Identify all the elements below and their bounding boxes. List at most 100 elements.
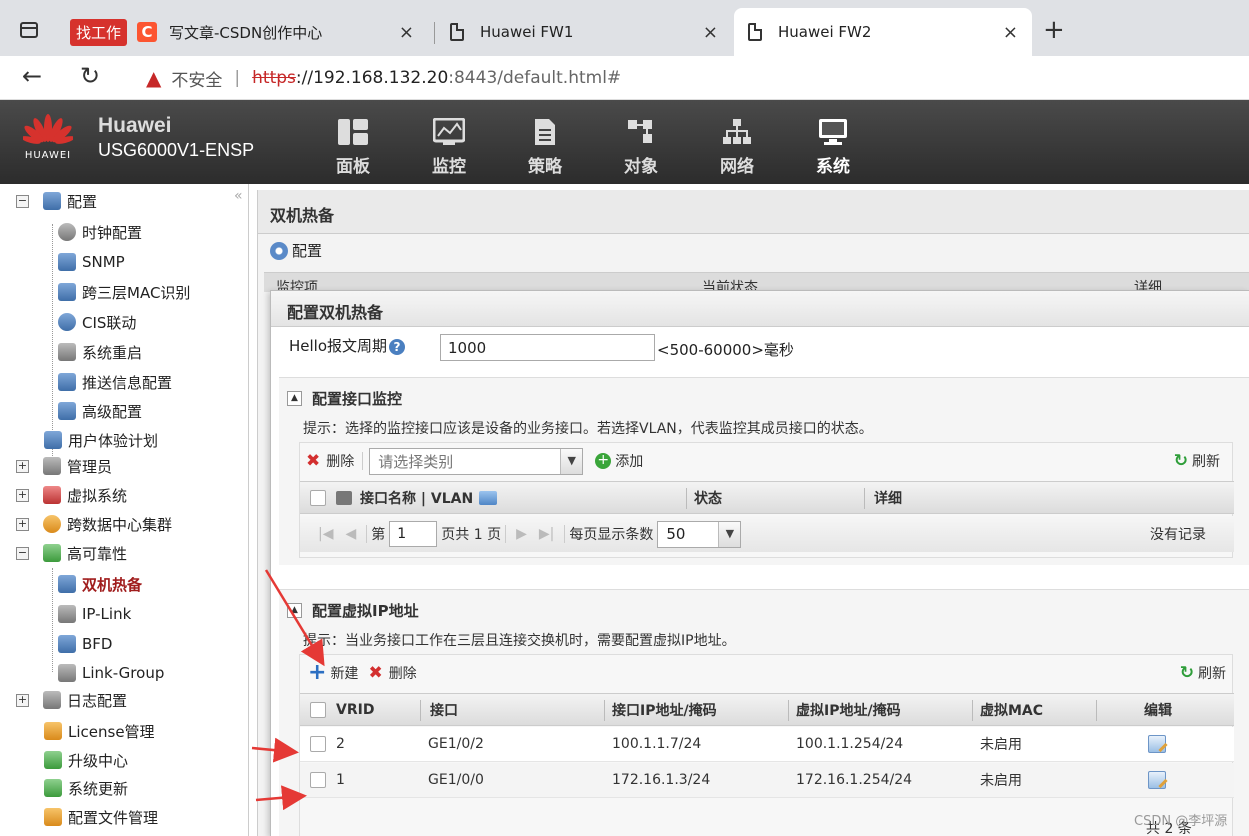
sidebar-item-snmp[interactable]: SNMP [58, 248, 125, 276]
link-group-icon [58, 664, 76, 682]
next-page-icon[interactable]: ▶ [516, 526, 527, 542]
pager-separator [564, 525, 566, 543]
section-header[interactable]: ▲ 配置接口监控 [287, 388, 402, 409]
expand-toggle[interactable]: + [16, 517, 29, 531]
delete-button[interactable]: ✖ 删除 [368, 663, 416, 683]
expand-toggle[interactable]: + [16, 693, 29, 707]
collapse-section-icon[interactable]: ▲ [287, 603, 302, 618]
sidebar-item-log-config[interactable]: + 日志配置 [16, 686, 127, 714]
col-interface-name[interactable]: 接口名称 | VLAN [336, 482, 498, 513]
sidebar-item-hot-standby[interactable]: 双机热备 [58, 570, 142, 598]
new-button[interactable]: + 新建 [308, 662, 358, 684]
network-topology-icon [723, 119, 751, 144]
table-row[interactable]: 1 GE1/0/0 172.16.1.3/24 172.16.1.254/24 … [300, 763, 1234, 798]
checkbox[interactable] [310, 489, 326, 506]
nav-system[interactable]: 系统 [785, 118, 881, 177]
chevron-down-icon[interactable]: ▼ [718, 521, 741, 547]
sidebar-item-push[interactable]: 推送信息配置 [58, 368, 172, 396]
page-number-input[interactable]: 1 [389, 521, 438, 547]
col-edit[interactable]: 编辑 [1144, 694, 1172, 725]
sidebar-item-vsys[interactable]: + 虚拟系统 [16, 481, 127, 509]
sidebar-item-ux-plan[interactable]: 用户体验计划 [44, 426, 158, 454]
cis-shield-icon [58, 313, 76, 331]
tab-csdn[interactable]: 找工作 C 写文章-CSDN创作中心 × [56, 8, 428, 56]
sidebar-item-mac[interactable]: 跨三层MAC识别 [58, 278, 190, 306]
collapse-sidebar-icon[interactable]: « [234, 188, 243, 204]
sidebar-item-upgrade[interactable]: 升级中心 [44, 746, 128, 774]
virtual-ip-section: ▲ 配置虚拟IP地址 提示：当业务接口工作在三层且连接交换机时，需要配置虚拟IP… [279, 589, 1249, 836]
sidebar-item-cis[interactable]: CIS联动 [58, 308, 136, 336]
sidebar-item-reboot[interactable]: 系统重启 [58, 338, 142, 366]
first-page-icon[interactable]: |◀ [318, 526, 333, 542]
col-detail[interactable]: 详细 [874, 482, 902, 513]
select-all-checkbox[interactable] [310, 482, 326, 513]
checkbox[interactable] [310, 701, 326, 718]
job-badge[interactable]: 找工作 [70, 18, 128, 46]
delete-label: 删除 [388, 666, 417, 682]
nav-network[interactable]: 网络 [689, 118, 785, 177]
window-menu-icon[interactable] [20, 22, 38, 38]
tab-huawei-fw1[interactable]: Huawei FW1 × [436, 8, 732, 56]
new-tab-button[interactable]: + [1043, 17, 1065, 43]
col-interface[interactable]: 接口 [430, 694, 458, 725]
row-checkbox[interactable] [310, 772, 326, 788]
sidebar-item-advanced[interactable]: 高级配置 [58, 397, 142, 425]
row-checkbox[interactable] [310, 736, 326, 752]
last-page-icon[interactable]: ▶| [539, 526, 554, 542]
prev-page-icon[interactable]: ◀ [345, 526, 356, 542]
nav-dashboard[interactable]: 面板 [305, 118, 401, 177]
sidebar-item-link-group[interactable]: Link-Group [58, 659, 164, 687]
col-interface-ip[interactable]: 接口IP地址/掩码 [612, 694, 717, 725]
expand-toggle[interactable]: + [16, 459, 29, 473]
sidebar-item-admin[interactable]: + 管理员 [16, 452, 112, 480]
sidebar-item-ha[interactable]: − 高可靠性 [16, 539, 127, 567]
sidebar-item-ip-link[interactable]: IP-Link [58, 600, 131, 628]
section-header[interactable]: ▲ 配置虚拟IP地址 [287, 600, 419, 621]
sidebar-item-dc-cluster[interactable]: + 跨数据中心集群 [16, 510, 172, 538]
sidebar-item-config[interactable]: − 配置 [16, 187, 97, 215]
sidebar-item-bfd[interactable]: BFD [58, 630, 112, 658]
refresh-button[interactable]: ↻ 刷新 [1174, 451, 1220, 471]
chevron-down-icon[interactable]: ▼ [560, 448, 583, 474]
tab-huawei-fw2[interactable]: Huawei FW2 × [734, 8, 1032, 56]
tab-close-icon[interactable]: × [1003, 22, 1018, 43]
nav-object[interactable]: 对象 [593, 118, 689, 177]
col-vrid[interactable]: VRID [336, 694, 374, 725]
sidebar-item-sys-update[interactable]: 系统更新 [44, 774, 128, 802]
sidebar-item-config-file[interactable]: 配置文件管理 [44, 803, 158, 831]
nav-monitor[interactable]: 监控 [401, 118, 497, 177]
col-status[interactable]: 状态 [694, 482, 722, 513]
edit-icon[interactable] [1148, 735, 1166, 753]
delete-button[interactable]: ✖ 删除 [306, 451, 354, 471]
sidebar-item-license[interactable]: License管理 [44, 717, 155, 745]
dialog-title: 配置双机热备 [271, 291, 1249, 327]
category-select[interactable]: 请选择类别 ▼ [369, 447, 584, 475]
reload-icon[interactable]: ↻ [80, 62, 100, 90]
edit-icon[interactable] [1148, 771, 1166, 789]
nav-policy[interactable]: 策略 [497, 118, 593, 177]
col-virtual-mac[interactable]: 虚拟MAC [980, 694, 1043, 725]
col-virtual-ip[interactable]: 虚拟IP地址/掩码 [796, 694, 901, 725]
config-link[interactable]: 配置 [270, 240, 322, 261]
per-page-select[interactable]: 50 ▼ [657, 520, 742, 548]
vlan-network-icon [479, 490, 498, 505]
insecure-label[interactable]: 不安全 [171, 66, 222, 91]
select-all-checkbox[interactable] [310, 694, 326, 725]
table-row[interactable]: 2 GE1/0/2 100.1.1.7/24 100.1.1.254/24 未启… [300, 727, 1234, 762]
collapse-toggle[interactable]: − [16, 546, 29, 560]
add-button[interactable]: + 添加 [595, 451, 643, 471]
hello-period-input[interactable]: 1000 [440, 334, 655, 361]
sidebar-item-label: 系统重启 [82, 343, 143, 362]
sidebar-item-clock[interactable]: 时钟配置 [58, 218, 142, 246]
help-icon[interactable]: ? [389, 339, 406, 355]
tab-close-icon[interactable]: × [703, 22, 718, 43]
page-suffix: 页共 1 页 [441, 527, 502, 543]
refresh-button[interactable]: ↻ 刷新 [1180, 663, 1226, 683]
collapse-toggle[interactable]: − [16, 194, 29, 208]
url-field[interactable]: ▲ 不安全 | https ://192.168.132.20 :8443/de… [128, 60, 1249, 96]
warning-icon[interactable]: ▲ [146, 66, 161, 90]
expand-toggle[interactable]: + [16, 488, 29, 502]
tab-close-icon[interactable]: × [399, 22, 414, 43]
back-arrow-icon[interactable]: ← [22, 62, 42, 90]
collapse-section-icon[interactable]: ▲ [287, 391, 302, 406]
